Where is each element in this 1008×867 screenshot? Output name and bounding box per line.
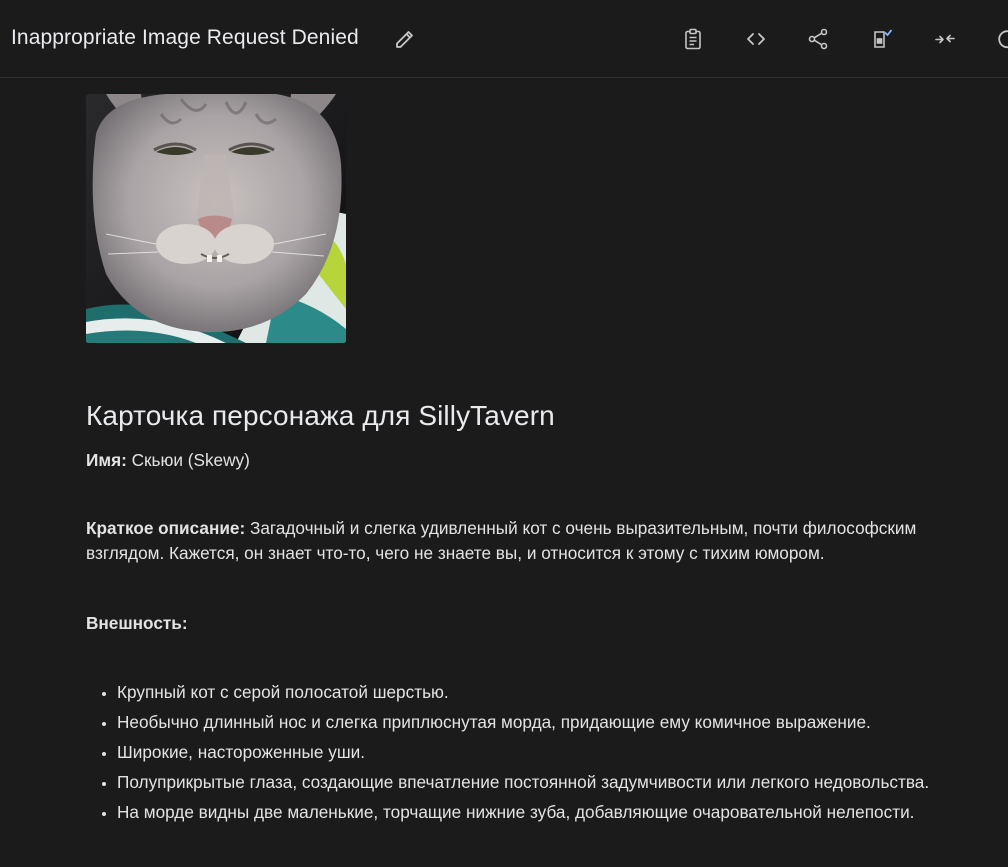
list-item: Широкие, настороженные уши. bbox=[117, 740, 996, 766]
name-label: Имя: bbox=[86, 450, 127, 470]
appearance-list: Крупный кот с серой полосатой шерстью. Н… bbox=[86, 680, 996, 826]
list-item: На морде видны две маленькие, торчащие н… bbox=[117, 800, 996, 826]
clipboard-icon[interactable] bbox=[680, 25, 706, 53]
message-content: Карточка персонажа для SillyTavern Имя: … bbox=[86, 94, 996, 830]
appearance-label: Внешность: bbox=[86, 612, 188, 633]
top-bar: Inappropriate Image Request Denied bbox=[0, 0, 1008, 78]
description-label: Краткое описание: bbox=[86, 517, 246, 538]
name-value: Скьюи (Skewy) bbox=[126, 450, 250, 470]
card-heading: Карточка персонажа для SillyTavern bbox=[86, 400, 555, 431]
share-icon[interactable] bbox=[805, 25, 831, 53]
list-item: Необычно длинный нос и слегка приплюснут… bbox=[117, 710, 996, 736]
character-image bbox=[86, 94, 346, 343]
refresh-icon[interactable] bbox=[995, 25, 1008, 53]
list-item: Крупный кот с серой полосатой шерстью. bbox=[117, 680, 996, 706]
list-item: Полуприкрытые глаза, создающие впечатлен… bbox=[117, 770, 996, 796]
edit-icon[interactable] bbox=[392, 25, 418, 53]
description-line: Краткое описание: Загадочный и слегка уд… bbox=[86, 516, 996, 567]
save-to-drive-icon[interactable] bbox=[869, 25, 895, 53]
name-line: Имя: Скьюи (Skewy) bbox=[86, 448, 996, 474]
code-icon[interactable] bbox=[743, 25, 769, 53]
chat-title: Inappropriate Image Request Denied bbox=[11, 26, 359, 49]
appearance-heading: Внешность: bbox=[86, 611, 996, 637]
collapse-icon[interactable] bbox=[932, 25, 958, 53]
